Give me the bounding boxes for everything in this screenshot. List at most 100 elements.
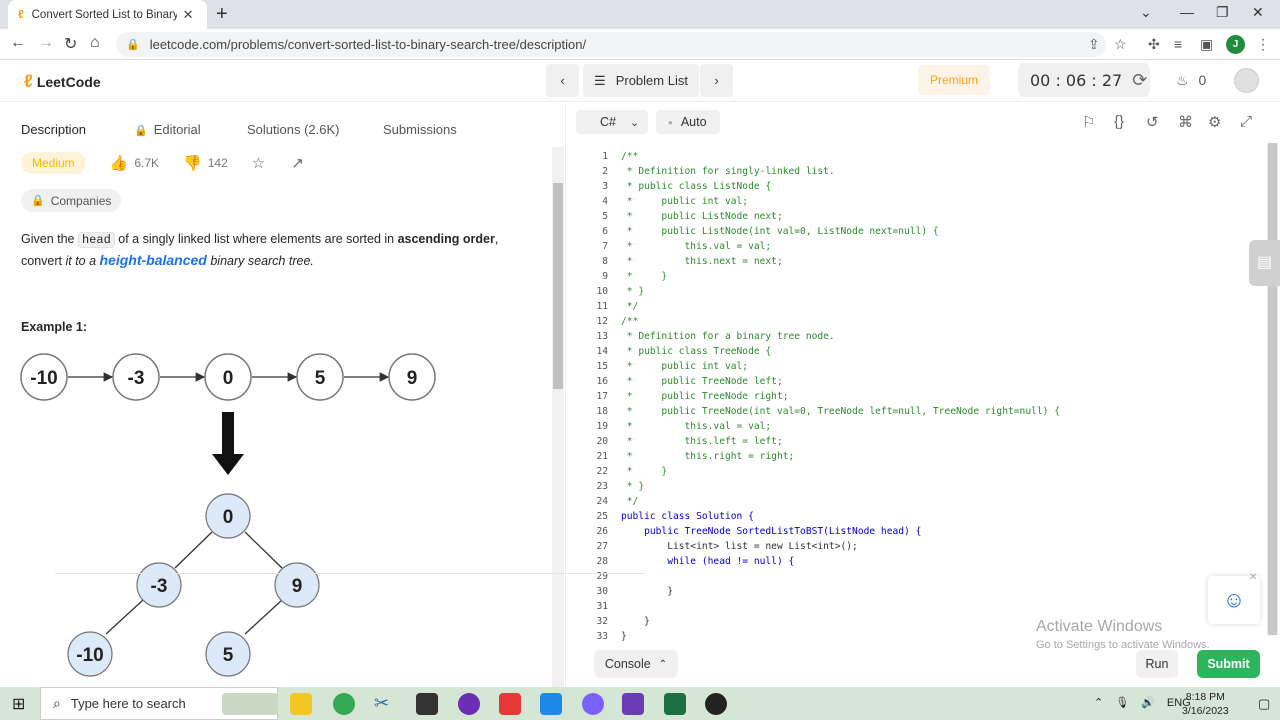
app-icon[interactable] [458, 693, 480, 715]
description-scrollbar[interactable] [552, 147, 564, 687]
code-line[interactable]: 9 * } [566, 269, 1266, 284]
editor-scrollbar[interactable] [1267, 143, 1278, 635]
app-icon[interactable] [499, 693, 521, 715]
app-icon[interactable] [540, 693, 562, 715]
code-line[interactable]: 17 * public TreeNode right; [566, 389, 1266, 404]
code-line[interactable]: 8 * this.next = next; [566, 254, 1266, 269]
code-line[interactable]: 15 * public int val; [566, 359, 1266, 374]
code-line[interactable]: 1 /** [566, 149, 1266, 164]
reset-timer-icon[interactable]: ⟳ [1132, 70, 1147, 91]
home-icon[interactable]: ⌂ [90, 34, 100, 52]
run-button[interactable]: Run [1136, 650, 1178, 678]
windows-start-icon[interactable]: ⊞ [12, 694, 25, 714]
reload-icon[interactable]: ↻ [64, 34, 77, 54]
clock[interactable]: 8:18 PM 3/16/2023 [1182, 690, 1229, 718]
favorite-button[interactable]: ☆ [252, 154, 271, 172]
code-line[interactable]: 10 * } [566, 284, 1266, 299]
code-line[interactable]: 29 [566, 569, 1266, 584]
dislike-button[interactable]: 👎 142 [183, 154, 228, 172]
side-panel-icon[interactable]: ▣ [1200, 36, 1213, 53]
code-line[interactable]: 27 List<int> list = new List<int>(); [566, 539, 1266, 554]
code-line[interactable]: 5 * public ListNode next; [566, 209, 1266, 224]
code-line[interactable]: 26 public TreeNode SortedListToBST(ListN… [566, 524, 1266, 539]
code-line[interactable]: 23 * } [566, 479, 1266, 494]
code-line[interactable]: 11 */ [566, 299, 1266, 314]
code-line[interactable]: 2 * Definition for singly-linked list. [566, 164, 1266, 179]
excel-icon[interactable] [664, 693, 686, 715]
user-avatar[interactable] [1234, 68, 1259, 93]
code-line[interactable]: 12 /** [566, 314, 1266, 329]
fullscreen-icon[interactable]: ⤢ [1240, 113, 1252, 130]
visual-studio-icon[interactable] [622, 693, 644, 715]
code-line[interactable]: 31 [566, 599, 1266, 614]
settings-gear-icon[interactable]: ⚙ [1208, 113, 1221, 131]
chrome-taskbar-icon[interactable] [333, 693, 355, 715]
tab-description[interactable]: Description [21, 122, 86, 137]
file-explorer-icon[interactable] [290, 693, 312, 715]
tab-editorial[interactable]: 🔒 Editorial [134, 122, 201, 137]
messenger-icon[interactable] [582, 693, 604, 715]
height-balanced-link[interactable]: height-balanced [100, 252, 207, 268]
streak-counter[interactable]: ♨ 0 [1176, 72, 1206, 89]
leetcode-logo[interactable]: ℓ LeetCode [24, 71, 101, 92]
code-line[interactable]: 30 } [566, 584, 1266, 599]
code-line[interactable]: 13 * Definition for a binary tree node. [566, 329, 1266, 344]
url-field[interactable]: 🔒 leetcode.com/problems/convert-sorted-l… [116, 32, 1106, 57]
profile-avatar[interactable]: J [1226, 35, 1245, 54]
microphone-icon[interactable]: 🎙 [1115, 696, 1129, 709]
notepad-icon[interactable] [416, 693, 438, 715]
code-line[interactable]: 24 */ [566, 494, 1266, 509]
code-line[interactable]: 4 * public int val; [566, 194, 1266, 209]
maximize-icon[interactable]: ❐ [1216, 4, 1229, 21]
companies-button[interactable]: 🔒 Companies [21, 189, 122, 212]
code-line[interactable]: 20 * this.left = left; [566, 434, 1266, 449]
submit-button[interactable]: Submit [1197, 650, 1260, 678]
close-chat-icon[interactable]: ✕ [1249, 572, 1257, 583]
code-line[interactable]: 18 * public TreeNode(int val=0, TreeNode… [566, 404, 1266, 419]
timer[interactable]: 00 : 06 : 27 ⟳ [1018, 63, 1150, 97]
chevron-down-icon[interactable]: ⌄ [1140, 4, 1152, 21]
back-icon[interactable]: ← [10, 34, 26, 52]
new-tab-icon[interactable]: + [216, 3, 228, 26]
forward-icon[interactable]: → [38, 34, 54, 52]
share-button[interactable]: ↗ [291, 154, 310, 172]
reset-code-icon[interactable]: ↺ [1146, 113, 1159, 131]
obs-icon[interactable] [705, 693, 727, 715]
like-button[interactable]: 👍 6.7K [110, 154, 159, 172]
share-icon[interactable]: ⇪ [1088, 36, 1100, 53]
volume-icon[interactable]: 🔊 [1141, 696, 1155, 709]
next-problem-button[interactable]: › [700, 64, 733, 97]
menu-dots-icon[interactable]: ⋮ [1256, 36, 1270, 53]
language-select[interactable]: C# ⌄ [576, 110, 648, 134]
auto-mode-toggle[interactable]: ● Auto [656, 110, 720, 134]
notifications-icon[interactable]: ▢ [1258, 696, 1270, 712]
close-window-icon[interactable]: ✕ [1252, 4, 1264, 21]
code-line[interactable]: 28 while (head != null) { [566, 554, 1266, 569]
browser-tab[interactable]: ℓ Convert Sorted List to Binary Sea ✕ [8, 0, 207, 29]
shortcuts-icon[interactable]: ⌘ [1178, 113, 1193, 131]
minimize-icon[interactable]: — [1180, 4, 1194, 20]
code-line[interactable]: 21 * this.right = right; [566, 449, 1266, 464]
feedback-chat-button[interactable]: ☺ [1208, 576, 1260, 624]
code-line[interactable]: 22 * } [566, 464, 1266, 479]
tab-solutions[interactable]: Solutions (2.6K) [247, 122, 340, 137]
code-line[interactable]: 7 * this.val = val; [566, 239, 1266, 254]
scrollbar-thumb[interactable] [1268, 143, 1277, 635]
notes-side-tab-icon[interactable]: ▤ [1249, 240, 1280, 286]
code-editor[interactable]: 1 /** 2 * Definition for singly-linked lis… [566, 149, 1271, 642]
scrollbar-thumb[interactable] [553, 183, 563, 389]
premium-button[interactable]: Premium [918, 65, 990, 95]
code-line[interactable]: 6 * public ListNode(int val=0, ListNode … [566, 224, 1266, 239]
braces-icon[interactable]: {} [1114, 113, 1124, 130]
tab-submissions[interactable]: Submissions [383, 122, 457, 137]
code-line[interactable]: 3 * public class ListNode { [566, 179, 1266, 194]
extensions-icon[interactable]: ✣ [1148, 36, 1160, 53]
snipping-tool-icon[interactable]: ✂ [374, 693, 396, 715]
chevron-up-icon[interactable]: ⌃ [1094, 696, 1103, 709]
prev-problem-button[interactable]: ‹ [546, 64, 579, 97]
code-line[interactable]: 16 * public TreeNode left; [566, 374, 1266, 389]
bookmark-star-icon[interactable]: ☆ [1114, 36, 1127, 53]
problem-list-button[interactable]: ☰ Problem List [583, 64, 699, 97]
code-line[interactable]: 14 * public class TreeNode { [566, 344, 1266, 359]
bookmark-icon[interactable]: ⚐ [1082, 113, 1095, 131]
